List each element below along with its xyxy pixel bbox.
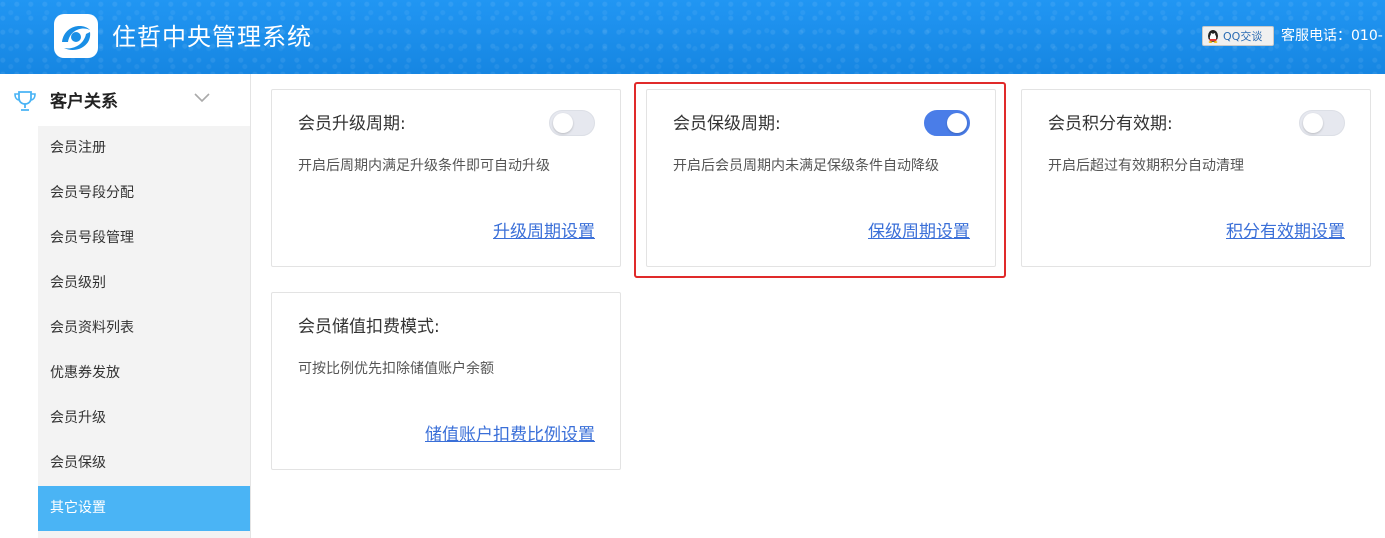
qq-chat-button[interactable]: QQ交谈	[1202, 26, 1274, 46]
card-stored-value-mode: 会员储值扣费模式: 可按比例优先扣除储值账户余额 储值账户扣费比例设置	[271, 292, 621, 470]
qq-penguin-icon	[1208, 30, 1218, 43]
upgrade-cycle-toggle[interactable]	[549, 110, 595, 136]
card-upgrade-cycle: 会员升级周期: 开启后周期内满足升级条件即可自动升级 升级周期设置	[271, 89, 621, 267]
sidebar-item-member-level[interactable]: 会员级别	[38, 261, 250, 306]
sidebar-section-customer-relations[interactable]: 客户关系	[0, 74, 250, 126]
sidebar-item-number-allocation[interactable]: 会员号段分配	[38, 171, 250, 216]
toggle-knob	[1303, 113, 1323, 133]
stored-value-ratio-settings-link[interactable]: 储值账户扣费比例设置	[425, 423, 595, 447]
card-description: 开启后周期内满足升级条件即可自动升级	[298, 158, 550, 174]
sidebar-item-other-settings[interactable]: 其它设置	[38, 486, 250, 531]
card-title: 会员升级周期:	[298, 114, 406, 134]
points-validity-toggle[interactable]	[1299, 110, 1345, 136]
chevron-down-icon[interactable]	[193, 92, 211, 104]
top-header: 住哲中央管理系统 QQ交谈 客服电话：010-	[0, 0, 1385, 74]
card-title: 会员保级周期:	[673, 114, 781, 134]
sidebar-section-label: 客户关系	[50, 92, 118, 112]
app-title: 住哲中央管理系统	[112, 23, 312, 51]
sidebar-item-member-upgrade[interactable]: 会员升级	[38, 396, 250, 441]
sidebar-menu: 会员注册 会员号段分配 会员号段管理 会员级别 会员资料列表 优惠券发放 会员升…	[38, 126, 250, 538]
logo-icon	[54, 14, 98, 58]
service-phone: 客服电话：010-	[1281, 28, 1383, 44]
card-description: 开启后超过有效期积分自动清理	[1048, 158, 1244, 174]
sidebar-item-number-management[interactable]: 会员号段管理	[38, 216, 250, 261]
card-description: 可按比例优先扣除储值账户余额	[298, 361, 494, 377]
upgrade-cycle-settings-link[interactable]: 升级周期设置	[493, 220, 595, 244]
toggle-knob	[947, 113, 967, 133]
sidebar: 客户关系 会员注册 会员号段分配 会员号段管理 会员级别 会员资料列表 优惠券发…	[0, 74, 251, 538]
retain-cycle-toggle[interactable]	[924, 110, 970, 136]
sidebar-item-member-retain[interactable]: 会员保级	[38, 441, 250, 486]
sidebar-item-coupon-issue[interactable]: 优惠券发放	[38, 351, 250, 396]
qq-chat-label: QQ交谈	[1223, 30, 1263, 43]
card-retain-cycle: 会员保级周期: 开启后会员周期内未满足保级条件自动降级 保级周期设置	[646, 89, 996, 267]
card-title: 会员储值扣费模式:	[298, 317, 440, 337]
retain-cycle-settings-link[interactable]: 保级周期设置	[868, 220, 970, 244]
sidebar-item-member-list[interactable]: 会员资料列表	[38, 306, 250, 351]
card-description: 开启后会员周期内未满足保级条件自动降级	[673, 158, 939, 174]
toggle-knob	[553, 113, 573, 133]
trophy-icon	[14, 91, 36, 111]
points-validity-settings-link[interactable]: 积分有效期设置	[1226, 220, 1345, 244]
card-points-validity: 会员积分有效期: 开启后超过有效期积分自动清理 积分有效期设置	[1021, 89, 1371, 267]
card-title: 会员积分有效期:	[1048, 114, 1173, 134]
sidebar-item-member-register[interactable]: 会员注册	[38, 126, 250, 171]
